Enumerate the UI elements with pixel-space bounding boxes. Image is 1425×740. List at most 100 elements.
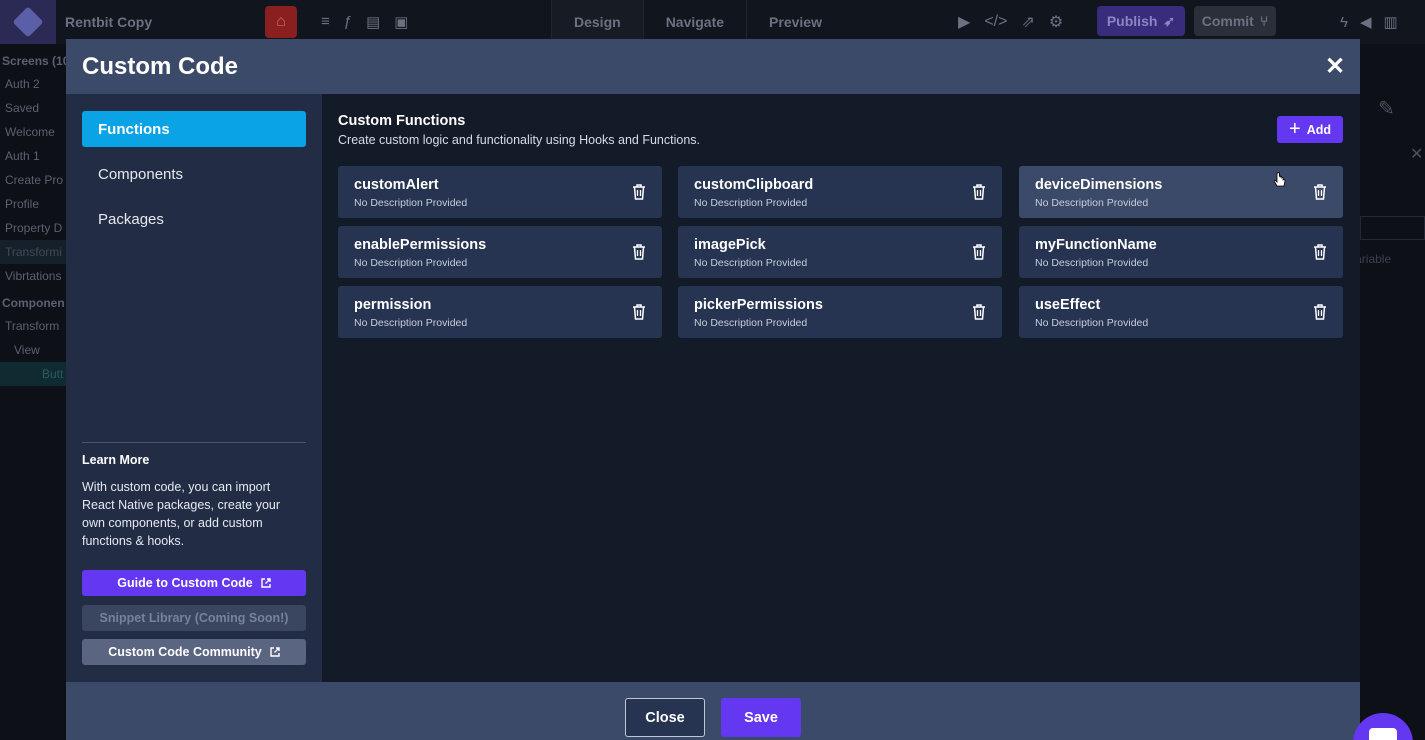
- variable-label: Variable: [1360, 252, 1392, 266]
- function-card[interactable]: enablePermissions No Description Provide…: [338, 226, 662, 278]
- function-card[interactable]: permission No Description Provided: [338, 286, 662, 338]
- megaphone-icon[interactable]: ◀: [1360, 13, 1372, 31]
- function-card[interactable]: myFunctionName No Description Provided: [1019, 226, 1343, 278]
- trash-icon[interactable]: [1313, 184, 1327, 200]
- nav-item-components[interactable]: Components: [82, 156, 306, 192]
- screen-item[interactable]: Auth 2: [0, 72, 66, 96]
- publish-label: Publish: [1106, 13, 1158, 29]
- external-link-icon: [261, 578, 271, 588]
- project-name[interactable]: Rentbit Copy: [65, 14, 265, 30]
- guide-button[interactable]: Guide to Custom Code: [82, 570, 306, 596]
- nav-item-packages[interactable]: Packages: [82, 201, 306, 237]
- far-right-tools: ϟ ◀ ▥: [1340, 0, 1398, 44]
- learn-more-title: Learn More: [82, 453, 150, 467]
- home-button[interactable]: ⌂: [265, 6, 297, 38]
- screen-item[interactable]: Vibrtations: [0, 264, 66, 288]
- code-icon[interactable]: </>: [984, 13, 1007, 31]
- function-card[interactable]: imagePick No Description Provided: [678, 226, 1002, 278]
- database-icon[interactable]: ≡: [321, 13, 330, 31]
- tree-item[interactable]: View: [0, 338, 66, 362]
- assets-icon[interactable]: ▤: [366, 13, 380, 31]
- screen-item[interactable]: Welcome: [0, 120, 66, 144]
- share-icon[interactable]: ⇗: [1021, 12, 1034, 32]
- function-icon[interactable]: ƒ: [344, 13, 352, 31]
- function-name: myFunctionName: [1035, 237, 1157, 253]
- functions-content: Custom Functions Create custom logic and…: [322, 94, 1360, 682]
- app-topbar: Rentbit Copy ⌂ ≡ ƒ ▤ ▣ Design Navigate P…: [0, 0, 1425, 44]
- function-name: permission: [354, 297, 432, 313]
- trash-icon[interactable]: [632, 184, 646, 200]
- right-tools: ▶ </> ⇗ ⚙: [958, 0, 1063, 44]
- function-name: imagePick: [694, 237, 766, 253]
- play-icon[interactable]: ▶: [958, 12, 970, 32]
- screens-header: Screens (10: [2, 54, 66, 68]
- trash-icon[interactable]: [1313, 244, 1327, 260]
- trash-icon[interactable]: [632, 304, 646, 320]
- screen-item[interactable]: Property D: [0, 216, 66, 240]
- close-icon[interactable]: ✕: [1324, 53, 1346, 80]
- trash-icon[interactable]: [1313, 304, 1327, 320]
- screen-item[interactable]: Create Pro: [0, 168, 66, 192]
- function-card[interactable]: customAlert No Description Provided: [338, 166, 662, 218]
- function-description: No Description Provided: [354, 257, 468, 269]
- function-description: No Description Provided: [694, 257, 808, 269]
- function-description: No Description Provided: [1035, 197, 1149, 209]
- screens-panel: Screens (10 Auth 2 Saved Welcome Auth 1 …: [0, 44, 66, 740]
- community-label: Custom Code Community: [108, 645, 262, 659]
- function-name: deviceDimensions: [1035, 177, 1163, 193]
- close-button[interactable]: Close: [625, 698, 705, 737]
- home-icon: ⌂: [276, 13, 286, 30]
- function-name: customAlert: [354, 177, 439, 193]
- function-description: No Description Provided: [354, 317, 468, 329]
- toolbar-icons: ≡ ƒ ▤ ▣: [321, 13, 408, 31]
- function-card[interactable]: pickerPermissions No Description Provide…: [678, 286, 1002, 338]
- tab-preview[interactable]: Preview: [746, 0, 844, 44]
- snippet-label: Snippet Library (Coming Soon!): [99, 611, 289, 625]
- screen-item[interactable]: Transformi: [0, 240, 66, 264]
- trash-icon[interactable]: [972, 304, 986, 320]
- bolt-icon[interactable]: ϟ: [1340, 14, 1348, 31]
- function-description: No Description Provided: [1035, 317, 1149, 329]
- function-description: No Description Provided: [354, 197, 468, 209]
- commit-button[interactable]: Commit ⑂: [1194, 6, 1276, 36]
- function-card[interactable]: deviceDimensions No Description Provided: [1019, 166, 1343, 218]
- screen-item[interactable]: Auth 1: [0, 144, 66, 168]
- media-icon[interactable]: ▣: [394, 13, 408, 31]
- tree-item[interactable]: Transform: [0, 314, 66, 338]
- community-button[interactable]: Custom Code Community: [82, 639, 306, 665]
- trash-icon[interactable]: [972, 184, 986, 200]
- function-card[interactable]: useEffect No Description Provided: [1019, 286, 1343, 338]
- screen-item[interactable]: Profile: [0, 192, 66, 216]
- custom-code-modal: Custom Code ✕ Functions Components Packa…: [66, 39, 1360, 740]
- tab-navigate[interactable]: Navigate: [642, 0, 746, 44]
- function-card[interactable]: customClipboard No Description Provided: [678, 166, 1002, 218]
- publish-button[interactable]: Publish ➶: [1097, 6, 1185, 36]
- pointer-cursor-icon: [1274, 172, 1286, 187]
- close-icon[interactable]: ✕: [1410, 144, 1423, 164]
- plus-icon: +: [1289, 117, 1301, 140]
- guide-label: Guide to Custom Code: [117, 576, 253, 590]
- function-name: pickerPermissions: [694, 297, 823, 313]
- save-button[interactable]: Save: [721, 698, 801, 737]
- content-subtitle: Create custom logic and functionality us…: [338, 133, 700, 147]
- trash-icon[interactable]: [632, 244, 646, 260]
- function-name: useEffect: [1035, 297, 1101, 313]
- function-description: No Description Provided: [1035, 257, 1149, 269]
- mode-tabs: Design Navigate Preview: [551, 0, 844, 44]
- cube-logo-icon: [12, 6, 44, 38]
- magic-wand-icon[interactable]: ✎: [1378, 96, 1395, 121]
- tree-item[interactable]: Butt: [0, 362, 66, 386]
- book-icon[interactable]: ▥: [1384, 13, 1398, 31]
- screen-item[interactable]: Saved: [0, 96, 66, 120]
- nav-item-functions[interactable]: Functions: [82, 111, 306, 147]
- app-logo[interactable]: [0, 0, 56, 44]
- property-row[interactable]: [1360, 216, 1425, 240]
- properties-panel: ✎ ✕ Variable: [1360, 44, 1425, 740]
- trash-icon[interactable]: [972, 244, 986, 260]
- modal-body: Functions Components Packages Learn More…: [66, 94, 1360, 682]
- gear-icon[interactable]: ⚙: [1049, 12, 1063, 32]
- modal-header: Custom Code: [66, 39, 1360, 94]
- content-title: Custom Functions: [338, 113, 466, 129]
- tab-design[interactable]: Design: [551, 0, 643, 44]
- add-function-button[interactable]: + Add: [1277, 116, 1343, 143]
